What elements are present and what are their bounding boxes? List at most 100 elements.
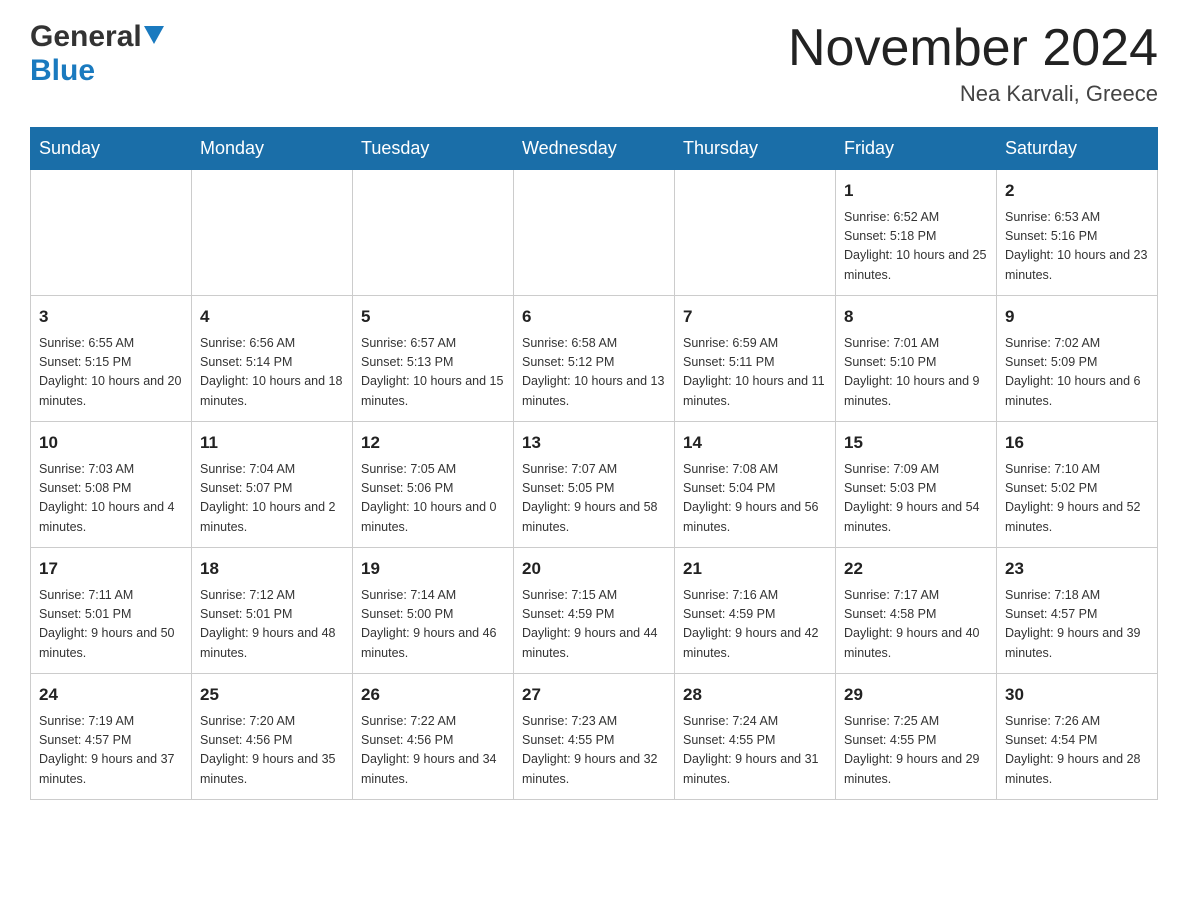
day-info: Sunrise: 7:07 AMSunset: 5:05 PMDaylight:… [522, 460, 666, 538]
day-info: Sunrise: 6:52 AMSunset: 5:18 PMDaylight:… [844, 208, 988, 286]
day-cell [353, 170, 514, 296]
day-number: 4 [200, 304, 344, 330]
day-number: 5 [361, 304, 505, 330]
logo: General Blue [30, 20, 164, 88]
title-area: November 2024 Nea Karvali, Greece [788, 20, 1158, 107]
col-thursday: Thursday [675, 128, 836, 170]
day-number: 7 [683, 304, 827, 330]
col-sunday: Sunday [31, 128, 192, 170]
day-cell: 28 Sunrise: 7:24 AMSunset: 4:55 PMDayligh… [675, 674, 836, 800]
day-cell [675, 170, 836, 296]
day-info: Sunrise: 7:17 AMSunset: 4:58 PMDaylight:… [844, 586, 988, 664]
day-cell [514, 170, 675, 296]
day-info: Sunrise: 7:23 AMSunset: 4:55 PMDaylight:… [522, 712, 666, 790]
day-number: 14 [683, 430, 827, 456]
day-number: 16 [1005, 430, 1149, 456]
day-cell: 20 Sunrise: 7:15 AMSunset: 4:59 PMDayligh… [514, 548, 675, 674]
day-number: 17 [39, 556, 183, 582]
day-cell: 15Sunrise: 7:09 AMSunset: 5:03 PMDayligh… [836, 422, 997, 548]
logo-blue-text: Blue [30, 54, 95, 87]
day-number: 28 [683, 682, 827, 708]
col-wednesday: Wednesday [514, 128, 675, 170]
logo-general-text: General [30, 20, 142, 54]
day-info: Sunrise: 7:26 AMSunset: 4:54 PMDaylight:… [1005, 712, 1149, 790]
day-cell: 6Sunrise: 6:58 AMSunset: 5:12 PMDaylight… [514, 296, 675, 422]
day-info: Sunrise: 7:02 AMSunset: 5:09 PMDaylight:… [1005, 334, 1149, 412]
day-info: Sunrise: 6:57 AMSunset: 5:13 PMDaylight:… [361, 334, 505, 412]
week-row-4: 17Sunrise: 7:11 AMSunset: 5:01 PMDayligh… [31, 548, 1158, 674]
day-number: 23 [1005, 556, 1149, 582]
day-cell: 19 Sunrise: 7:14 AMSunset: 5:00 PMDayligh… [353, 548, 514, 674]
day-info: Sunrise: 7:10 AMSunset: 5:02 PMDaylight:… [1005, 460, 1149, 538]
day-cell: 16 Sunrise: 7:10 AMSunset: 5:02 PMDayligh… [997, 422, 1158, 548]
month-title: November 2024 [788, 20, 1158, 77]
day-cell: 17Sunrise: 7:11 AMSunset: 5:01 PMDayligh… [31, 548, 192, 674]
page-header: General Blue November 2024 Nea Karvali, … [30, 20, 1158, 107]
day-number: 2 [1005, 178, 1149, 204]
day-cell: 1 Sunrise: 6:52 AMSunset: 5:18 PMDaylight… [836, 170, 997, 296]
day-cell: 23 Sunrise: 7:18 AMSunset: 4:57 PMDayligh… [997, 548, 1158, 674]
col-monday: Monday [192, 128, 353, 170]
day-number: 3 [39, 304, 183, 330]
day-number: 29 [844, 682, 988, 708]
day-cell: 7 Sunrise: 6:59 AMSunset: 5:11 PMDaylight… [675, 296, 836, 422]
day-cell: 9 Sunrise: 7:02 AMSunset: 5:09 PMDaylight… [997, 296, 1158, 422]
week-row-5: 24 Sunrise: 7:19 AMSunset: 4:57 PMDayligh… [31, 674, 1158, 800]
day-info: Sunrise: 7:16 AMSunset: 4:59 PMDaylight:… [683, 586, 827, 664]
day-info: Sunrise: 7:05 AMSunset: 5:06 PMDaylight:… [361, 460, 505, 538]
day-number: 20 [522, 556, 666, 582]
day-info: Sunrise: 7:20 AMSunset: 4:56 PMDaylight:… [200, 712, 344, 790]
day-number: 8 [844, 304, 988, 330]
day-number: 9 [1005, 304, 1149, 330]
day-cell: 29Sunrise: 7:25 AMSunset: 4:55 PMDayligh… [836, 674, 997, 800]
day-number: 26 [361, 682, 505, 708]
day-cell: 22 Sunrise: 7:17 AMSunset: 4:58 PMDayligh… [836, 548, 997, 674]
day-cell: 5 Sunrise: 6:57 AMSunset: 5:13 PMDaylight… [353, 296, 514, 422]
week-row-3: 10Sunrise: 7:03 AMSunset: 5:08 PMDayligh… [31, 422, 1158, 548]
day-cell: 12 Sunrise: 7:05 AMSunset: 5:06 PMDayligh… [353, 422, 514, 548]
day-number: 22 [844, 556, 988, 582]
day-cell: 30 Sunrise: 7:26 AMSunset: 4:54 PMDayligh… [997, 674, 1158, 800]
day-cell: 24 Sunrise: 7:19 AMSunset: 4:57 PMDayligh… [31, 674, 192, 800]
day-cell: 13 Sunrise: 7:07 AMSunset: 5:05 PMDayligh… [514, 422, 675, 548]
day-info: Sunrise: 7:19 AMSunset: 4:57 PMDaylight:… [39, 712, 183, 790]
days-of-week-row: Sunday Monday Tuesday Wednesday Thursday… [31, 128, 1158, 170]
day-info: Sunrise: 7:12 AMSunset: 5:01 PMDaylight:… [200, 586, 344, 664]
day-number: 18 [200, 556, 344, 582]
day-cell: 2 Sunrise: 6:53 AMSunset: 5:16 PMDaylight… [997, 170, 1158, 296]
day-cell: 14 Sunrise: 7:08 AMSunset: 5:04 PMDayligh… [675, 422, 836, 548]
day-info: Sunrise: 6:59 AMSunset: 5:11 PMDaylight:… [683, 334, 827, 412]
day-number: 1 [844, 178, 988, 204]
day-info: Sunrise: 7:14 AMSunset: 5:00 PMDaylight:… [361, 586, 505, 664]
day-info: Sunrise: 7:24 AMSunset: 4:55 PMDaylight:… [683, 712, 827, 790]
day-number: 24 [39, 682, 183, 708]
location-title: Nea Karvali, Greece [788, 81, 1158, 107]
day-number: 15 [844, 430, 988, 456]
day-info: Sunrise: 7:08 AMSunset: 5:04 PMDaylight:… [683, 460, 827, 538]
col-saturday: Saturday [997, 128, 1158, 170]
day-cell [192, 170, 353, 296]
day-info: Sunrise: 7:18 AMSunset: 4:57 PMDaylight:… [1005, 586, 1149, 664]
day-number: 10 [39, 430, 183, 456]
day-info: Sunrise: 6:55 AMSunset: 5:15 PMDaylight:… [39, 334, 183, 412]
day-cell: 4Sunrise: 6:56 AMSunset: 5:14 PMDaylight… [192, 296, 353, 422]
day-number: 30 [1005, 682, 1149, 708]
logo-triangle-icon [144, 26, 164, 49]
day-cell: 10Sunrise: 7:03 AMSunset: 5:08 PMDayligh… [31, 422, 192, 548]
day-info: Sunrise: 7:15 AMSunset: 4:59 PMDaylight:… [522, 586, 666, 664]
day-info: Sunrise: 7:04 AMSunset: 5:07 PMDaylight:… [200, 460, 344, 538]
day-info: Sunrise: 6:53 AMSunset: 5:16 PMDaylight:… [1005, 208, 1149, 286]
day-cell: 25Sunrise: 7:20 AMSunset: 4:56 PMDayligh… [192, 674, 353, 800]
day-cell: 8Sunrise: 7:01 AMSunset: 5:10 PMDaylight… [836, 296, 997, 422]
day-cell: 26Sunrise: 7:22 AMSunset: 4:56 PMDayligh… [353, 674, 514, 800]
day-number: 21 [683, 556, 827, 582]
day-number: 11 [200, 430, 344, 456]
day-number: 13 [522, 430, 666, 456]
day-number: 12 [361, 430, 505, 456]
week-row-1: 1 Sunrise: 6:52 AMSunset: 5:18 PMDaylight… [31, 170, 1158, 296]
col-tuesday: Tuesday [353, 128, 514, 170]
day-cell [31, 170, 192, 296]
col-friday: Friday [836, 128, 997, 170]
calendar-table: Sunday Monday Tuesday Wednesday Thursday… [30, 127, 1158, 800]
day-number: 19 [361, 556, 505, 582]
